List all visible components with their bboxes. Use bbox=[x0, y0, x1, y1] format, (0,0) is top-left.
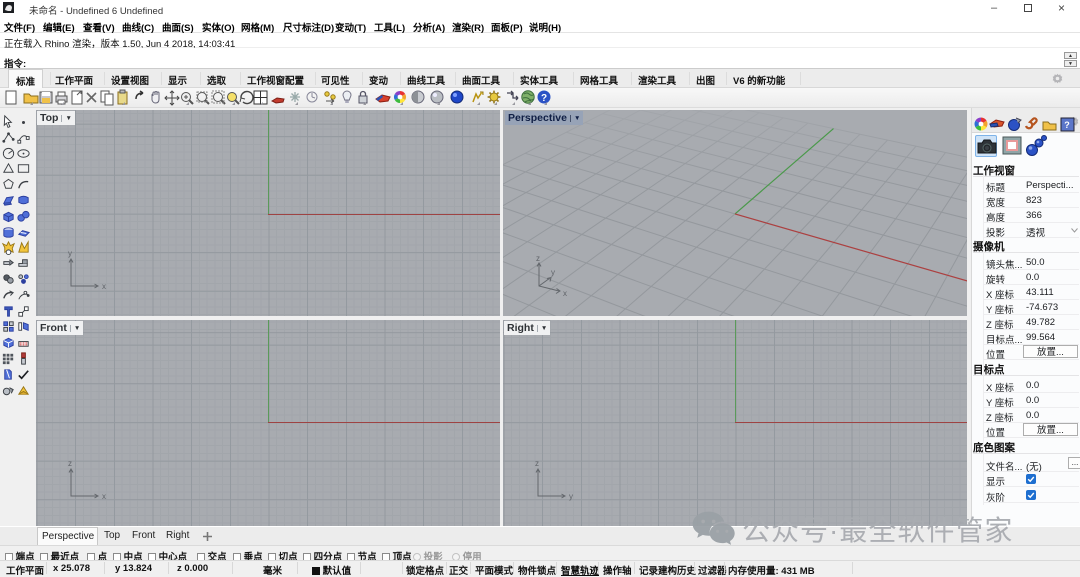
svg-text:x: x bbox=[102, 492, 106, 501]
svg-text:x: x bbox=[563, 289, 567, 298]
svg-text:x: x bbox=[102, 282, 106, 291]
svg-text:z: z bbox=[68, 459, 72, 468]
svg-text:y: y bbox=[68, 249, 72, 258]
svg-text:y: y bbox=[551, 268, 555, 277]
svg-text:z: z bbox=[536, 254, 540, 263]
svg-text:z: z bbox=[535, 459, 539, 468]
svg-text:y: y bbox=[569, 492, 573, 501]
svg-text:?: ? bbox=[1064, 120, 1070, 130]
